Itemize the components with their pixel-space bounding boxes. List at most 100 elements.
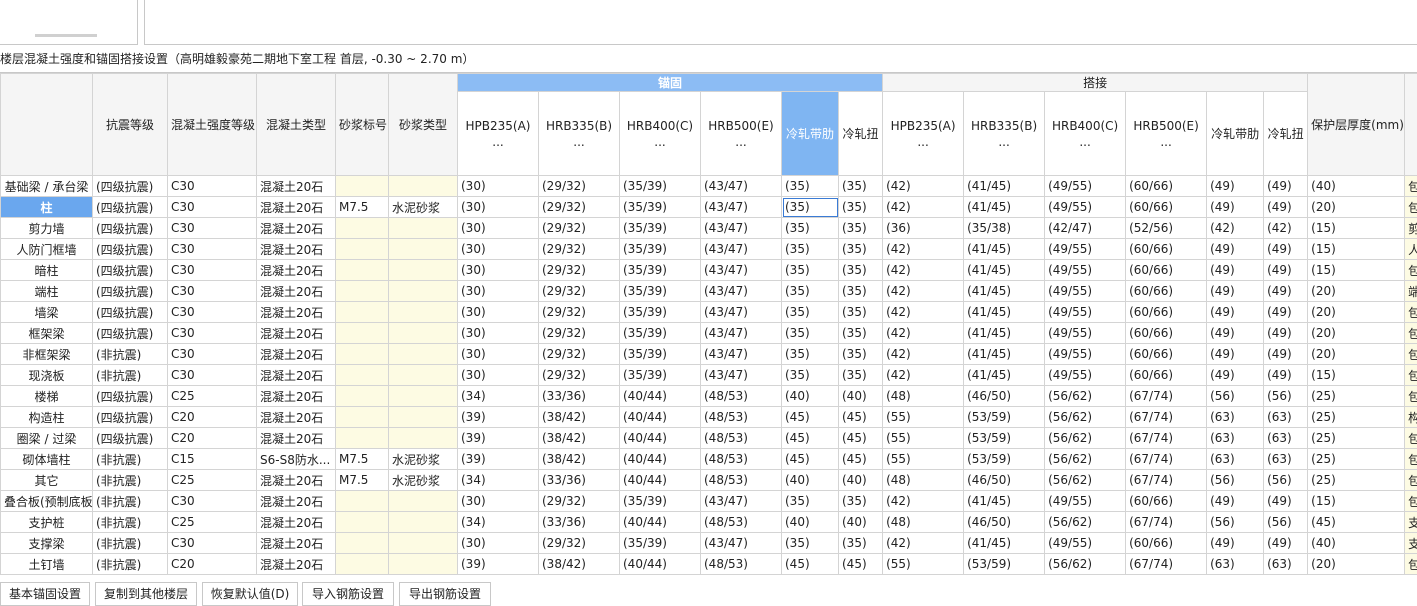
cell-seismic[interactable]: (四级抗震)	[93, 176, 168, 197]
col-header-concrete-grade[interactable]: 混凝土强度等级	[168, 74, 257, 176]
cell-lap-4[interactable]: (49)	[1207, 239, 1264, 260]
cell-cover[interactable]: (15)	[1308, 365, 1405, 386]
cell-seismic[interactable]: (非抗震)	[93, 365, 168, 386]
row-header[interactable]: 其它	[1, 470, 93, 491]
cell-lap-3[interactable]: (60/66)	[1126, 491, 1207, 512]
cell-lap-4[interactable]: (56)	[1207, 470, 1264, 491]
cell-anchor-1[interactable]: (33/36)	[539, 512, 620, 533]
cell-mortar-type[interactable]	[389, 239, 458, 260]
cell-lap-2[interactable]: (49/55)	[1045, 323, 1126, 344]
cell-anchor-5[interactable]: (45)	[839, 428, 883, 449]
cell-anchor-4[interactable]: (45)	[782, 428, 839, 449]
col-header-anchor-0[interactable]: HPB235(A)...	[458, 92, 539, 176]
cell-anchor-4[interactable]: (35)	[782, 197, 839, 218]
cell-lap-5[interactable]: (49)	[1264, 260, 1308, 281]
cell-lap-4[interactable]: (49)	[1207, 281, 1264, 302]
cell-anchor-1[interactable]: (33/36)	[539, 386, 620, 407]
cell-anchor-2[interactable]: (35/39)	[620, 281, 701, 302]
cell-lap-0[interactable]: (55)	[883, 428, 964, 449]
cell-lap-0[interactable]: (55)	[883, 407, 964, 428]
cell-anchor-0[interactable]: (30)	[458, 491, 539, 512]
cell-lap-1[interactable]: (41/45)	[964, 533, 1045, 554]
col-header-lap-2[interactable]: HRB400(C)...	[1045, 92, 1126, 176]
cell-lap-1[interactable]: (53/59)	[964, 554, 1045, 575]
cell-lap-2[interactable]: (49/55)	[1045, 260, 1126, 281]
cell-anchor-4[interactable]: (35)	[782, 323, 839, 344]
cell-lap-1[interactable]: (41/45)	[964, 491, 1045, 512]
cell-anchor-0[interactable]: (39)	[458, 428, 539, 449]
cell-anchor-0[interactable]: (30)	[458, 365, 539, 386]
cell-concrete-type[interactable]: 混凝土20石	[257, 197, 336, 218]
cell-anchor-1[interactable]: (29/32)	[539, 218, 620, 239]
cell-anchor-4[interactable]: (35)	[782, 239, 839, 260]
cell-lap-2[interactable]: (49/55)	[1045, 491, 1126, 512]
cell-lap-0[interactable]: (48)	[883, 386, 964, 407]
cell-mortar-type[interactable]	[389, 176, 458, 197]
cell-anchor-1[interactable]: (29/32)	[539, 260, 620, 281]
cell-lap-2[interactable]: (56/62)	[1045, 386, 1126, 407]
cell-anchor-1[interactable]: (33/36)	[539, 470, 620, 491]
cell-anchor-1[interactable]: (38/42)	[539, 554, 620, 575]
cell-anchor-3[interactable]: (48/53)	[701, 449, 782, 470]
cell-concrete-type[interactable]: 混凝土20石	[257, 533, 336, 554]
restore-defaults-button[interactable]: 恢复默认值(D)	[202, 582, 298, 606]
cell-lap-0[interactable]: (36)	[883, 218, 964, 239]
cell-cover[interactable]: (20)	[1308, 344, 1405, 365]
cell-lap-0[interactable]: (42)	[883, 302, 964, 323]
table-row[interactable]: 楼梯(四级抗震)C25混凝土20石(34)(33/36)(40/44)(48/5…	[1, 386, 1417, 407]
col-header-cover[interactable]: 保护层厚度(mm)	[1308, 74, 1405, 176]
cell-lap-3[interactable]: (60/66)	[1126, 365, 1207, 386]
cell-more[interactable]: 构	[1405, 407, 1417, 428]
cell-lap-4[interactable]: (56)	[1207, 386, 1264, 407]
cell-more[interactable]: 包	[1405, 260, 1417, 281]
cell-lap-5[interactable]: (49)	[1264, 281, 1308, 302]
cell-more[interactable]: 包	[1405, 197, 1417, 218]
cell-lap-0[interactable]: (42)	[883, 239, 964, 260]
cell-lap-0[interactable]: (42)	[883, 344, 964, 365]
cell-lap-2[interactable]: (49/55)	[1045, 197, 1126, 218]
cell-cover[interactable]: (25)	[1308, 386, 1405, 407]
cell-lap-4[interactable]: (49)	[1207, 491, 1264, 512]
col-header-lap-3[interactable]: HRB500(E)...	[1126, 92, 1207, 176]
cell-anchor-4[interactable]: (45)	[782, 554, 839, 575]
cell-mortar-grade[interactable]	[336, 428, 389, 449]
cell-lap-2[interactable]: (49/55)	[1045, 176, 1126, 197]
cell-anchor-2[interactable]: (40/44)	[620, 470, 701, 491]
cell-lap-2[interactable]: (56/62)	[1045, 554, 1126, 575]
cell-lap-3[interactable]: (67/74)	[1126, 407, 1207, 428]
cell-anchor-3[interactable]: (43/47)	[701, 239, 782, 260]
cell-mortar-grade[interactable]	[336, 176, 389, 197]
cell-anchor-2[interactable]: (40/44)	[620, 428, 701, 449]
cell-anchor-3[interactable]: (48/53)	[701, 554, 782, 575]
cell-mortar-type[interactable]	[389, 491, 458, 512]
cell-anchor-2[interactable]: (40/44)	[620, 449, 701, 470]
cell-lap-5[interactable]: (56)	[1264, 386, 1308, 407]
cell-more[interactable]: 支	[1405, 512, 1417, 533]
cell-concrete-type[interactable]: 混凝土20石	[257, 407, 336, 428]
cell-lap-2[interactable]: (56/62)	[1045, 449, 1126, 470]
cell-concrete-type[interactable]: 混凝土20石	[257, 218, 336, 239]
cell-concrete-type[interactable]: 混凝土20石	[257, 323, 336, 344]
cell-anchor-2[interactable]: (35/39)	[620, 218, 701, 239]
cell-anchor-2[interactable]: (35/39)	[620, 491, 701, 512]
cell-anchor-3[interactable]: (43/47)	[701, 218, 782, 239]
cell-concrete-grade[interactable]: C30	[168, 239, 257, 260]
cell-lap-3[interactable]: (52/56)	[1126, 218, 1207, 239]
cell-lap-1[interactable]: (53/59)	[964, 449, 1045, 470]
cell-lap-5[interactable]: (56)	[1264, 470, 1308, 491]
cell-lap-3[interactable]: (67/74)	[1126, 554, 1207, 575]
cell-anchor-0[interactable]: (39)	[458, 449, 539, 470]
table-row[interactable]: 构造柱(四级抗震)C20混凝土20石(39)(38/42)(40/44)(48/…	[1, 407, 1417, 428]
cell-anchor-5[interactable]: (35)	[839, 281, 883, 302]
cell-lap-5[interactable]: (42)	[1264, 218, 1308, 239]
table-row[interactable]: 柱(四级抗震)C30混凝土20石M7.5水泥砂浆(30)(29/32)(35/3…	[1, 197, 1417, 218]
table-row[interactable]: 框架梁(四级抗震)C30混凝土20石(30)(29/32)(35/39)(43/…	[1, 323, 1417, 344]
cell-lap-1[interactable]: (46/50)	[964, 470, 1045, 491]
cell-lap-5[interactable]: (49)	[1264, 197, 1308, 218]
cell-seismic[interactable]: (非抗震)	[93, 554, 168, 575]
cell-mortar-grade[interactable]	[336, 344, 389, 365]
cell-mortar-grade[interactable]	[336, 386, 389, 407]
cell-more[interactable]: 包	[1405, 323, 1417, 344]
cell-lap-2[interactable]: (49/55)	[1045, 239, 1126, 260]
cell-lap-3[interactable]: (60/66)	[1126, 323, 1207, 344]
